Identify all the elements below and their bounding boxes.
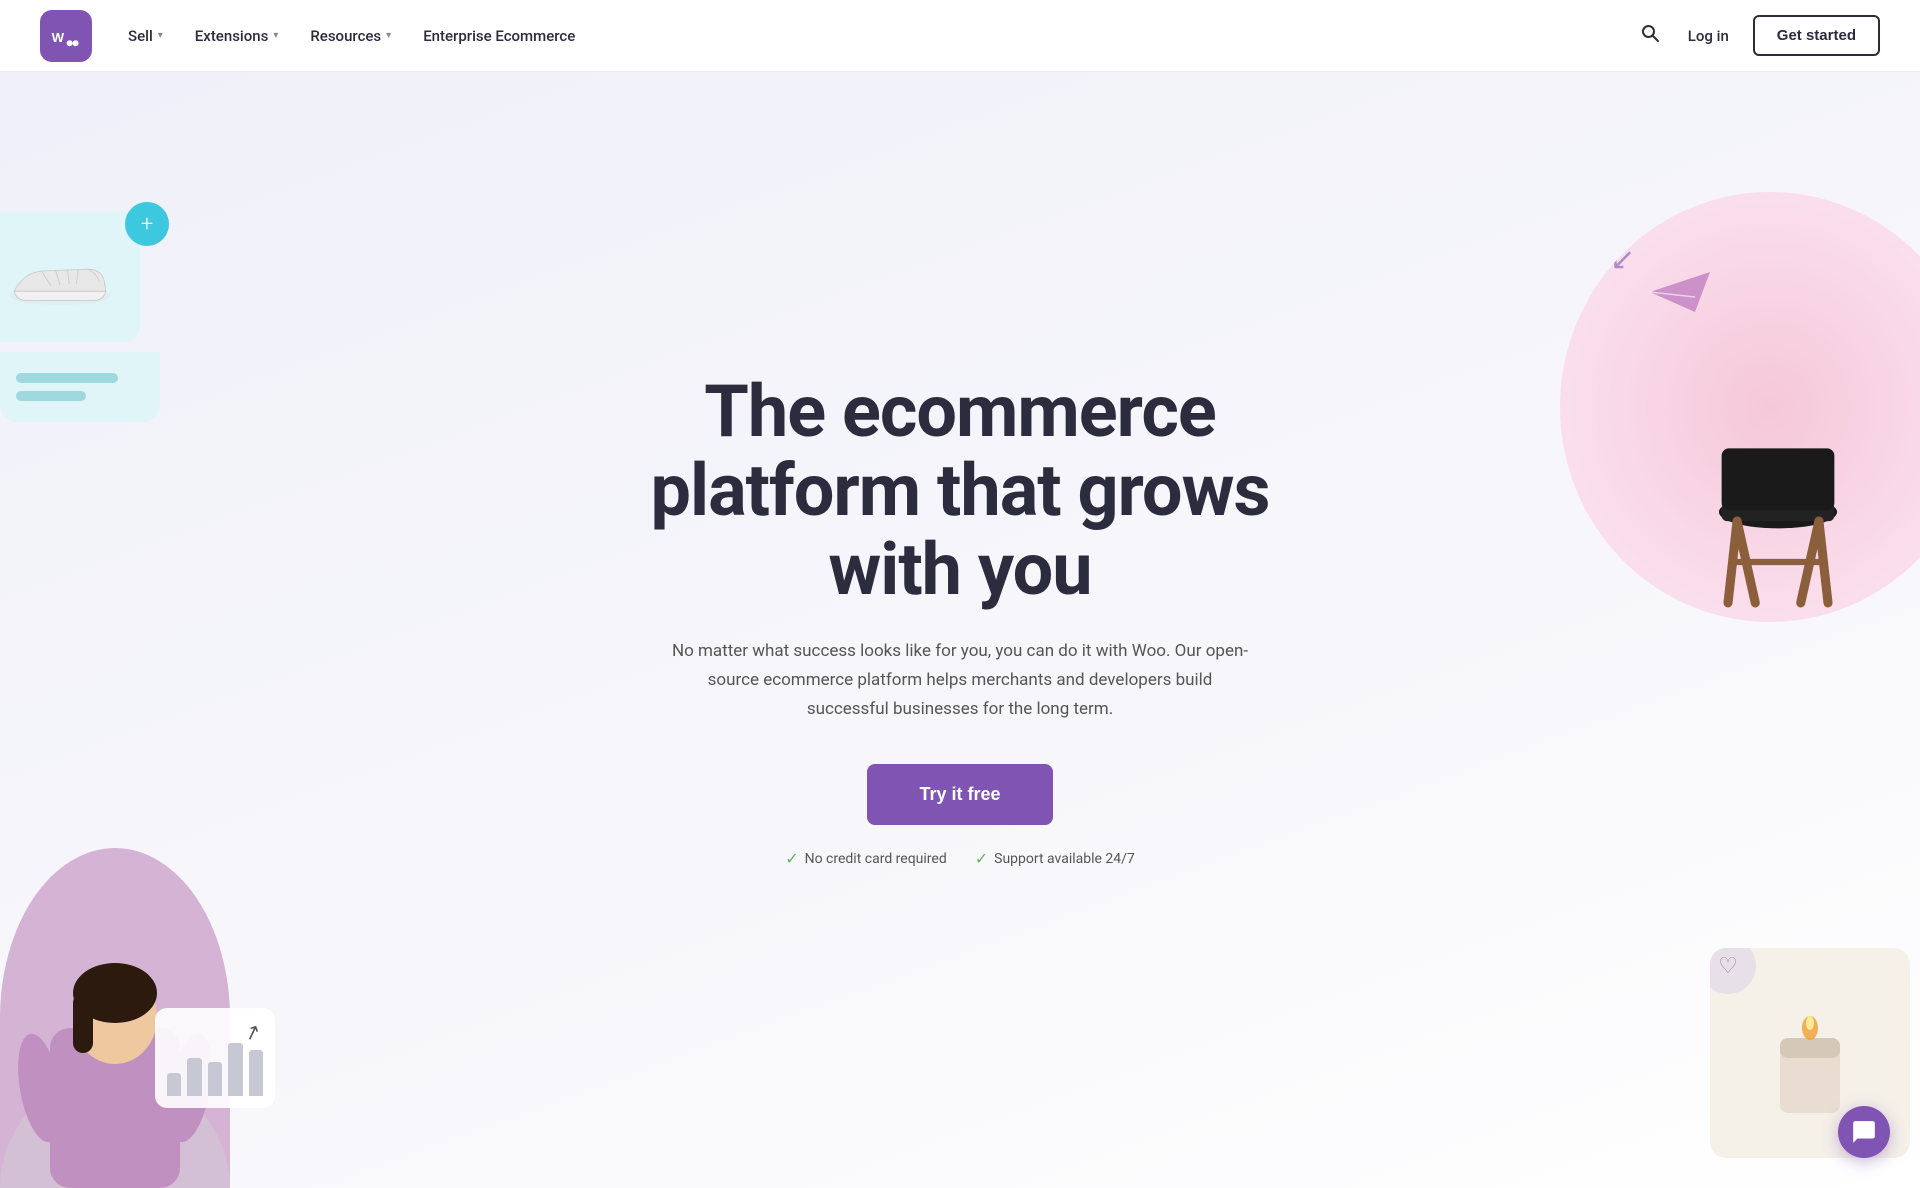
hero-badges: ✓ No credit card required ✓ Support avai…: [610, 849, 1310, 868]
chat-icon: [1851, 1119, 1877, 1145]
deco-paper-plane: [1650, 272, 1710, 316]
deco-chart: ↗: [155, 1008, 275, 1108]
navbar: W Sell ▾ Extensions ▾ Resources ▾ Enterp…: [0, 0, 1920, 72]
deco-pink-circle: ↙: [1560, 192, 1920, 622]
hero-section: + ↗: [0, 72, 1920, 1188]
hero-title: The ecommerce platform that grows with y…: [610, 372, 1310, 610]
deco-product-card: [0, 212, 140, 342]
shoe-illustration: [5, 245, 115, 310]
nav-item-enterprise[interactable]: Enterprise Ecommerce: [423, 27, 575, 45]
get-started-button[interactable]: Get started: [1753, 15, 1880, 56]
deco-card-lines: [0, 352, 160, 422]
badge-no-credit-card: ✓ No credit card required: [785, 849, 947, 868]
chevron-down-icon: ▾: [273, 30, 278, 41]
badge-support: ✓ Support available 24/7: [975, 849, 1135, 868]
chair-illustration: [1698, 412, 1858, 612]
candle-illustration: [1750, 978, 1870, 1128]
woo-logo[interactable]: W: [40, 10, 92, 62]
chart-arrow-icon: ↗: [241, 1018, 265, 1046]
chevron-down-icon: ▾: [158, 30, 163, 41]
checkmark-icon: ✓: [975, 849, 988, 868]
nav-right: Log in Get started: [1636, 15, 1880, 56]
curl-arrow-icon: ↙: [1610, 242, 1635, 277]
nav-left: W Sell ▾ Extensions ▾ Resources ▾ Enterp…: [40, 10, 575, 62]
chevron-down-icon: ▾: [386, 30, 391, 41]
svg-text:W: W: [52, 30, 65, 45]
checkmark-icon: ✓: [785, 849, 798, 868]
nav-item-sell[interactable]: Sell ▾: [128, 27, 163, 45]
search-button[interactable]: [1636, 19, 1664, 52]
nav-item-extensions[interactable]: Extensions ▾: [195, 27, 279, 45]
hero-content: The ecommerce platform that grows with y…: [610, 372, 1310, 868]
deco-plus-icon: +: [125, 202, 169, 246]
login-link[interactable]: Log in: [1688, 27, 1729, 45]
hero-subtitle: No matter what success looks like for yo…: [670, 637, 1250, 724]
nav-links: Sell ▾ Extensions ▾ Resources ▾ Enterpri…: [128, 27, 575, 45]
nav-item-resources[interactable]: Resources ▾: [310, 27, 391, 45]
try-it-free-button[interactable]: Try it free: [867, 764, 1052, 825]
chat-button[interactable]: [1838, 1106, 1890, 1158]
